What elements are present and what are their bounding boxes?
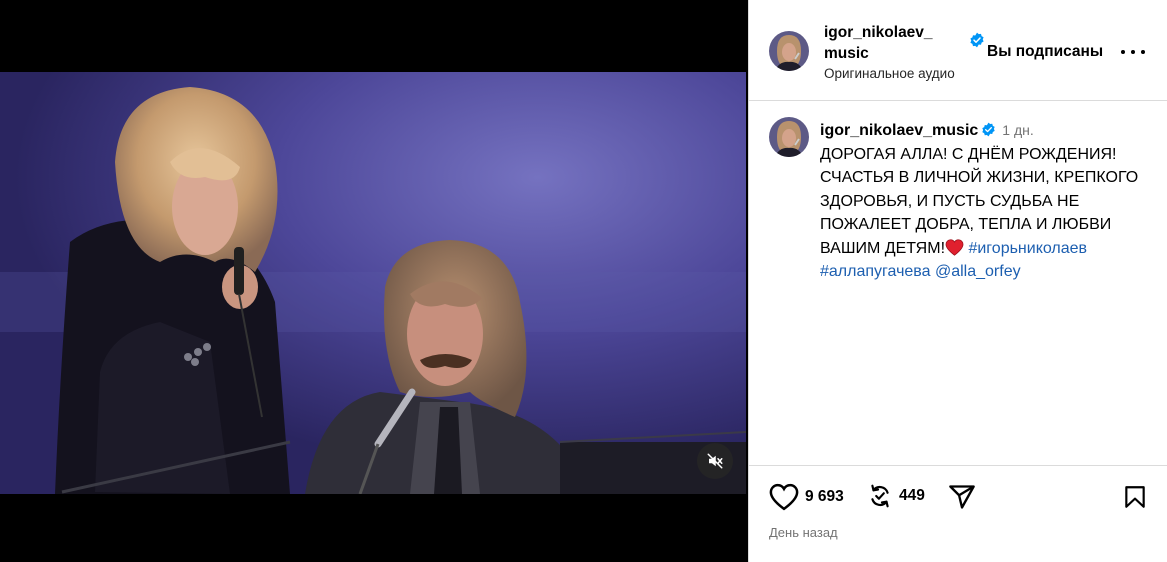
paper-plane-icon bbox=[949, 485, 975, 509]
video-frame[interactable] bbox=[0, 72, 746, 494]
video-still-image bbox=[0, 72, 746, 494]
hashtag-link[interactable]: #аллапугачева bbox=[820, 263, 931, 280]
post-date[interactable]: День назад bbox=[769, 525, 838, 540]
red-heart-emoji bbox=[945, 238, 964, 256]
video-player[interactable] bbox=[0, 0, 748, 562]
author-avatar[interactable] bbox=[769, 31, 809, 71]
dot bbox=[1121, 50, 1125, 54]
like-button[interactable]: 9 693 bbox=[769, 483, 844, 511]
original-audio-link[interactable]: Оригинальное аудио bbox=[824, 66, 955, 81]
caption-username[interactable]: igor_nikolaev_music bbox=[820, 122, 978, 139]
post-caption: igor_nikolaev_music 1 дн. ДОРОГАЯ АЛЛА! … bbox=[820, 119, 1158, 284]
share-button[interactable] bbox=[948, 483, 976, 511]
verified-badge-icon bbox=[970, 32, 984, 48]
heart-icon bbox=[769, 483, 799, 511]
instagram-post-view: igor_nikolaev_music Вы подписаны Оригина… bbox=[0, 0, 1167, 562]
like-count[interactable]: 9 693 bbox=[805, 488, 844, 506]
avatar-image bbox=[769, 117, 809, 157]
repost-icon bbox=[871, 484, 889, 508]
repost-count[interactable]: 449 bbox=[899, 487, 925, 505]
more-options-icon[interactable] bbox=[1121, 44, 1145, 60]
author-username[interactable]: igor_nikolaev_music bbox=[824, 22, 944, 64]
mute-toggle-button[interactable] bbox=[697, 443, 733, 479]
post-actions-footer: 9 693 449 День назад bbox=[749, 465, 1167, 562]
avatar-image bbox=[769, 31, 809, 71]
save-button[interactable] bbox=[1122, 483, 1148, 511]
dot bbox=[1141, 50, 1145, 54]
following-status-button[interactable]: Вы подписаны bbox=[987, 43, 1103, 61]
hashtag-link[interactable]: #игорьниколаев bbox=[968, 240, 1087, 257]
dot bbox=[1131, 50, 1135, 54]
caption-author-avatar[interactable] bbox=[769, 117, 809, 157]
caption-timestamp[interactable]: 1 дн. bbox=[1002, 122, 1033, 138]
muted-speaker-icon bbox=[707, 453, 723, 469]
post-details-panel: igor_nikolaev_music Вы подписаны Оригина… bbox=[748, 0, 1167, 562]
repost-button[interactable]: 449 bbox=[867, 483, 925, 509]
post-header: igor_nikolaev_music Вы подписаны Оригина… bbox=[749, 0, 1167, 101]
mention-link[interactable]: @alla_orfey bbox=[935, 263, 1021, 280]
bookmark-icon bbox=[1125, 486, 1145, 508]
verified-badge-icon bbox=[982, 122, 995, 137]
